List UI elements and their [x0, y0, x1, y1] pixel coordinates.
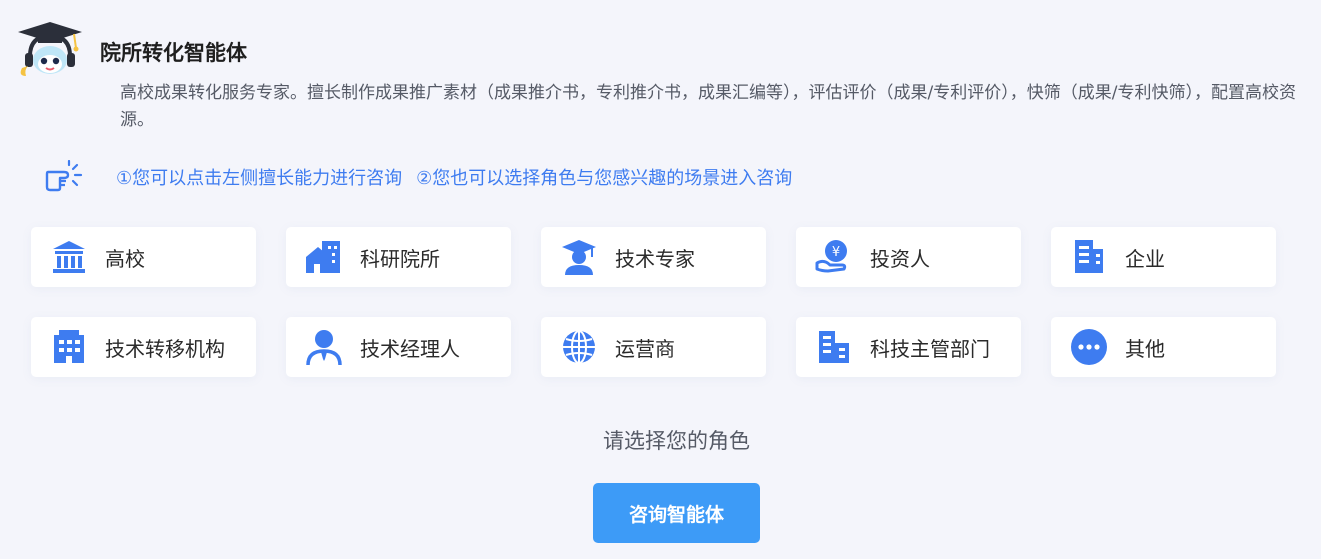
- role-label: 技术转移机构: [105, 336, 225, 361]
- select-role-prompt: 请选择您的角色: [603, 429, 750, 453]
- role-label: 运营商: [615, 336, 675, 361]
- hint-tip-2: ②您也可以选择角色与您感兴趣的场景进入咨询: [416, 168, 793, 189]
- agent-title: 院所转化智能体: [100, 41, 247, 65]
- expert-icon: [559, 237, 599, 277]
- transfer-agency-icon: [49, 327, 89, 367]
- agent-avatar-icon: [18, 22, 82, 76]
- page: 院所转化智能体 高校成果转化服务专家。擅长制作成果推广素材（成果推介书，专利推介…: [0, 0, 1321, 559]
- agent-description: 高校成果转化服务专家。擅长制作成果推广素材（成果推介书，专利推介书，成果汇编等）…: [120, 83, 1296, 130]
- svg-text:¥: ¥: [832, 245, 840, 260]
- role-label: 科研院所: [360, 246, 440, 271]
- hint-text: ①您可以点击左侧擅长能力进行咨询 ②您也可以选择角色与您感兴趣的场景进入咨询: [116, 164, 792, 190]
- role-label: 投资人: [870, 246, 930, 271]
- hint-tip-1: ①您可以点击左侧擅长能力进行咨询: [116, 168, 403, 189]
- hint-row: ①您可以点击左侧擅长能力进行咨询 ②您也可以选择角色与您感兴趣的场景进入咨询: [44, 160, 792, 194]
- role-card-operator[interactable]: 运营商: [541, 317, 766, 377]
- role-label: 科技主管部门: [870, 336, 990, 361]
- globe-icon: [559, 327, 599, 367]
- consult-agent-button[interactable]: 咨询智能体: [593, 483, 760, 543]
- role-label: 其他: [1125, 336, 1165, 361]
- role-card-investor[interactable]: ¥ 投资人: [796, 227, 1021, 287]
- pointing-hand-icon: [45, 160, 83, 192]
- manager-icon: [304, 327, 344, 367]
- role-label: 高校: [105, 246, 145, 271]
- role-card-other[interactable]: 其他: [1051, 317, 1276, 377]
- role-card-research-institute[interactable]: 科研院所: [286, 227, 511, 287]
- university-icon: [49, 237, 89, 277]
- more-icon: [1069, 327, 1109, 367]
- research-institute-icon: [304, 237, 344, 277]
- investor-icon: ¥: [814, 237, 854, 277]
- enterprise-icon: [1069, 237, 1109, 277]
- role-label: 技术经理人: [360, 336, 460, 361]
- role-card-university[interactable]: 高校: [31, 227, 256, 287]
- role-label: 企业: [1125, 246, 1165, 271]
- role-card-transfer-agency[interactable]: 技术转移机构: [31, 317, 256, 377]
- role-card-enterprise[interactable]: 企业: [1051, 227, 1276, 287]
- role-grid: 高校 科研院所 技术专家 ¥ 投资人 企业 技术转移机构 技术经理人 运营商 科…: [31, 227, 1281, 377]
- role-card-expert[interactable]: 技术专家: [541, 227, 766, 287]
- agent-header: [14, 18, 86, 78]
- government-icon: [814, 327, 854, 367]
- role-card-manager[interactable]: 技术经理人: [286, 317, 511, 377]
- role-label: 技术专家: [615, 246, 695, 271]
- role-card-government[interactable]: 科技主管部门: [796, 317, 1021, 377]
